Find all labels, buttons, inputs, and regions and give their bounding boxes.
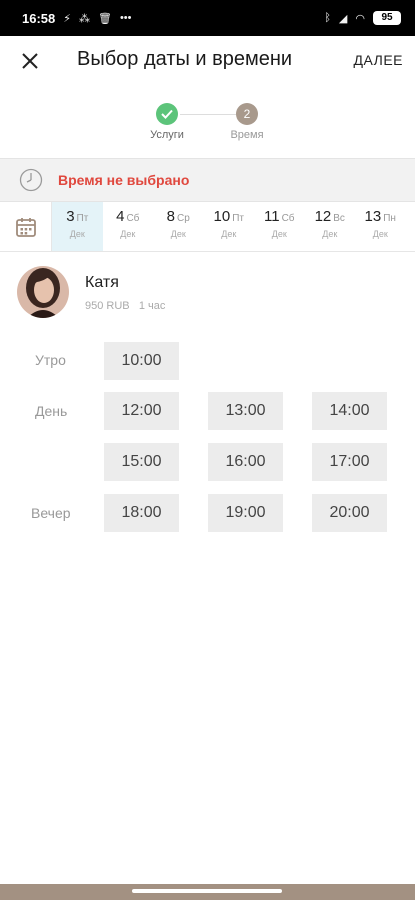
time-slot[interactable]: 20:00 [312,494,387,532]
bottom-bar [0,884,415,900]
time-slot[interactable]: 12:00 [104,392,179,430]
progress-stepper: Услуги 2 Время [0,100,415,150]
banner-message: Время не выбрано [58,172,190,188]
apps-icon: ⁂ [78,12,90,25]
period-label-morning: Утро [35,352,66,368]
time-slot[interactable]: 10:00 [104,342,179,380]
time-slot[interactable]: 15:00 [104,443,179,481]
close-icon [22,53,38,69]
specialist-meta: 950 RUB 1 час [85,300,165,312]
avatar [17,266,69,318]
check-icon [156,103,178,125]
service-duration: 1 час [138,300,166,312]
date-strip: 3 Пт Дек 4 Сб Дек 8 Ср Дек 10 Пт Дек 11 Сб Де… [0,202,415,252]
signal-icon: ◢ [338,12,348,25]
specialist-card: Катя 950 RUB 1 час [0,262,415,326]
clock-icon [18,167,44,193]
date-list: 3 Пт Дек 4 Сб Дек 8 Ср Дек 10 Пт Дек 11 Сб Де… [52,202,415,251]
step-label: Услуги [150,129,184,141]
date-item[interactable]: 10 Пт Дек [204,202,255,251]
close-button[interactable] [14,45,46,77]
home-indicator[interactable] [132,889,282,893]
specialist-name: Катя [85,274,119,291]
date-item[interactable]: 11 Сб Дек [254,202,305,251]
bluetooth-icon: ᛒ [324,12,331,24]
step-number: 2 [236,103,258,125]
date-item[interactable]: 4 Сб Дек [103,202,154,251]
date-month: Дек [372,229,388,239]
time-slot[interactable]: 18:00 [104,494,179,532]
time-slot[interactable]: 19:00 [208,494,283,532]
date-number: 8 [166,208,176,225]
step-services: Услуги [137,100,197,141]
time-slot[interactable]: 14:00 [312,392,387,430]
date-item[interactable]: 12 Вс Дек [305,202,356,251]
calendar-button[interactable] [0,202,52,251]
date-weekday: Пт [232,213,244,224]
app-header: Выбор даты и времени ДАЛЕЕ [0,36,415,86]
date-weekday: Сб [281,213,295,224]
date-month: Дек [221,229,237,239]
date-number: 13 [364,208,382,225]
battery-icon: 95 [373,11,401,25]
wifi-icon: ◠ [355,12,365,25]
time-slot[interactable]: 17:00 [312,443,387,481]
date-month: Дек [120,229,136,239]
date-number: 10 [213,208,231,225]
service-price: 950 RUB [85,300,130,312]
wifi-arrow-icon: ⚡ [63,12,71,25]
time-slot[interactable]: 13:00 [208,392,283,430]
date-weekday: Ср [177,213,190,224]
date-number: 11 [263,208,280,225]
date-weekday: Пт [76,213,89,224]
date-number: 4 [116,208,125,225]
status-time: 16:58 [22,10,56,26]
date-number: 12 [314,208,332,225]
date-month: Дек [69,229,85,239]
more-icon: ••• [119,12,132,24]
date-item[interactable]: 8 Ср Дек [153,202,204,251]
step-label: Время [230,129,264,141]
date-month: Дек [170,229,186,239]
time-not-selected-banner: Время не выбрано [0,158,415,202]
next-button[interactable]: ДАЛЕЕ [354,52,404,68]
calendar-icon [15,218,36,237]
period-label-day: День [35,403,68,419]
date-item-selected[interactable]: 3 Пт Дек [52,202,103,251]
trash-icon: 🗑 [97,12,112,25]
status-bar: 16:58 ⚡ ⁂ 🗑 ••• ᛒ ◢ ◠ 95 [0,0,415,36]
date-weekday: Вс [333,213,345,224]
page-title: Выбор даты и времени [77,48,293,70]
date-weekday: Сб [126,213,140,224]
date-item[interactable]: 13 Пн Дек [355,202,406,251]
date-weekday: Пн [383,213,396,224]
date-item[interactable]: 1 [406,202,415,251]
date-number: 3 [66,208,75,225]
date-month: Дек [271,229,287,239]
date-month: Дек [322,229,338,239]
period-label-evening: Вечер [31,505,71,521]
time-slot[interactable]: 16:00 [208,443,283,481]
step-time: 2 Время [217,100,277,141]
